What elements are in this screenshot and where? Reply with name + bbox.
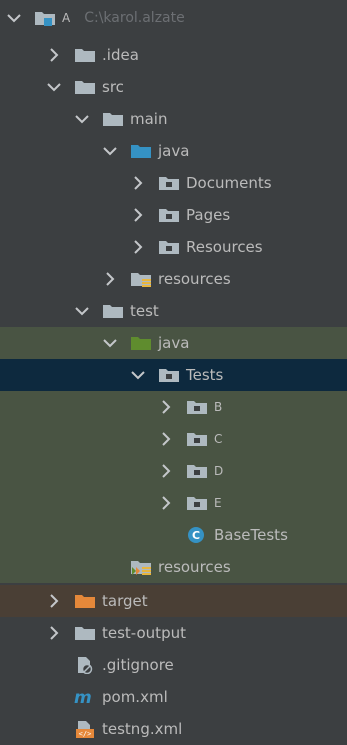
idea-folder-name: idea (106, 46, 139, 64)
chevron-down-icon[interactable] (46, 79, 62, 95)
tree-row-test-output[interactable]: test-output (0, 617, 347, 649)
chevron-right-icon[interactable] (158, 431, 174, 447)
package-icon (158, 366, 180, 384)
project-tree: A C:\karol.alzate . idea src main java Do… (0, 0, 347, 745)
tree-row-main[interactable]: main (0, 103, 347, 135)
gitignore-file-name: .gitignore (102, 656, 174, 674)
folder-icon (74, 46, 96, 64)
folder-icon (102, 110, 124, 128)
documents-package-name: Documents (186, 174, 272, 192)
chevron-right-icon[interactable] (102, 271, 118, 287)
tree-row-basetests[interactable]: BaseTests (0, 519, 347, 551)
tree-row-c[interactable]: C (0, 423, 347, 455)
basetests-class-name: BaseTests (214, 526, 288, 544)
chevron-down-icon[interactable] (102, 335, 118, 351)
chevron-right-icon[interactable] (46, 593, 62, 609)
main-resources-name: resources (158, 270, 231, 288)
module-icon (34, 9, 56, 27)
maven-icon (74, 688, 96, 706)
chevron-right-icon[interactable] (158, 495, 174, 511)
resources-root-icon (130, 270, 152, 288)
folder-icon (74, 78, 96, 96)
target-folder-name: target (102, 592, 148, 610)
chevron-right-icon[interactable] (130, 239, 146, 255)
b-package-name: B (214, 400, 223, 414)
tree-row-e[interactable]: E (0, 487, 347, 519)
pom-file-name: pom.xml (102, 688, 168, 706)
main-folder-name: main (130, 110, 168, 128)
tree-row-tests-package[interactable]: Tests (0, 359, 347, 391)
package-icon (186, 430, 208, 448)
tree-row-gitignore[interactable]: .gitignore (0, 649, 347, 681)
tree-row-idea[interactable]: . idea (0, 39, 347, 71)
chevron-right-icon[interactable] (158, 399, 174, 415)
xml-file-icon (74, 720, 96, 738)
tree-row-testng[interactable]: testng.xml (0, 713, 347, 745)
tree-row-resources-package[interactable]: Resources (0, 231, 347, 263)
class-icon (186, 526, 208, 544)
c-package-name: C (214, 432, 223, 446)
package-icon (186, 462, 208, 480)
chevron-down-icon[interactable] (74, 303, 90, 319)
tree-row-root[interactable]: A C:\karol.alzate (0, 0, 347, 36)
package-icon (158, 206, 180, 224)
chevron-right-icon[interactable] (46, 47, 62, 63)
tree-row-d[interactable]: D (0, 455, 347, 487)
chevron-right-icon[interactable] (158, 463, 174, 479)
chevron-right-icon[interactable] (46, 625, 62, 641)
resources-package-name: Resources (186, 238, 263, 256)
chevron-down-icon[interactable] (6, 10, 22, 26)
test-java-name: java (158, 334, 190, 352)
test-folder-name: test (130, 302, 159, 320)
pages-package-name: Pages (186, 206, 231, 224)
main-java-name: java (158, 142, 190, 160)
tests-package-name: Tests (186, 366, 224, 384)
source-root-icon (130, 142, 152, 160)
e-package-name: E (214, 496, 222, 510)
d-package-name: D (214, 464, 224, 478)
chevron-down-icon[interactable] (102, 143, 118, 159)
tree-row-pages[interactable]: Pages (0, 199, 347, 231)
tree-row-test-java[interactable]: java (0, 327, 347, 359)
tree-row-documents[interactable]: Documents (0, 167, 347, 199)
tree-row-src[interactable]: src (0, 71, 347, 103)
tree-row-test[interactable]: test (0, 295, 347, 327)
root-module-path: C:\karol.alzate (84, 10, 185, 26)
chevron-right-icon[interactable] (130, 207, 146, 223)
test-resources-root-icon (130, 558, 152, 576)
test-output-folder-name: test-output (102, 624, 186, 642)
excluded-folder-icon (74, 592, 96, 610)
test-root-icon (130, 334, 152, 352)
tree-row-main-resources[interactable]: resources (0, 263, 347, 295)
package-icon (158, 174, 180, 192)
tree-row-pom[interactable]: pom.xml (0, 681, 347, 713)
tree-row-b[interactable]: B (0, 391, 347, 423)
testng-file-name: testng.xml (102, 720, 183, 738)
tree-row-test-resources[interactable]: resources (0, 551, 347, 583)
package-icon (186, 494, 208, 512)
root-module-name: A (62, 11, 71, 25)
tree-row-main-java[interactable]: java (0, 135, 347, 167)
src-folder-name: src (102, 78, 124, 96)
folder-icon (102, 302, 124, 320)
gitignore-file-icon (74, 656, 96, 674)
package-icon (186, 398, 208, 416)
tree-row-target[interactable]: target (0, 585, 347, 617)
chevron-down-icon[interactable] (130, 367, 146, 383)
test-resources-name: resources (158, 558, 231, 576)
chevron-right-icon[interactable] (130, 175, 146, 191)
chevron-down-icon[interactable] (74, 111, 90, 127)
folder-icon (74, 624, 96, 642)
package-icon (158, 238, 180, 256)
